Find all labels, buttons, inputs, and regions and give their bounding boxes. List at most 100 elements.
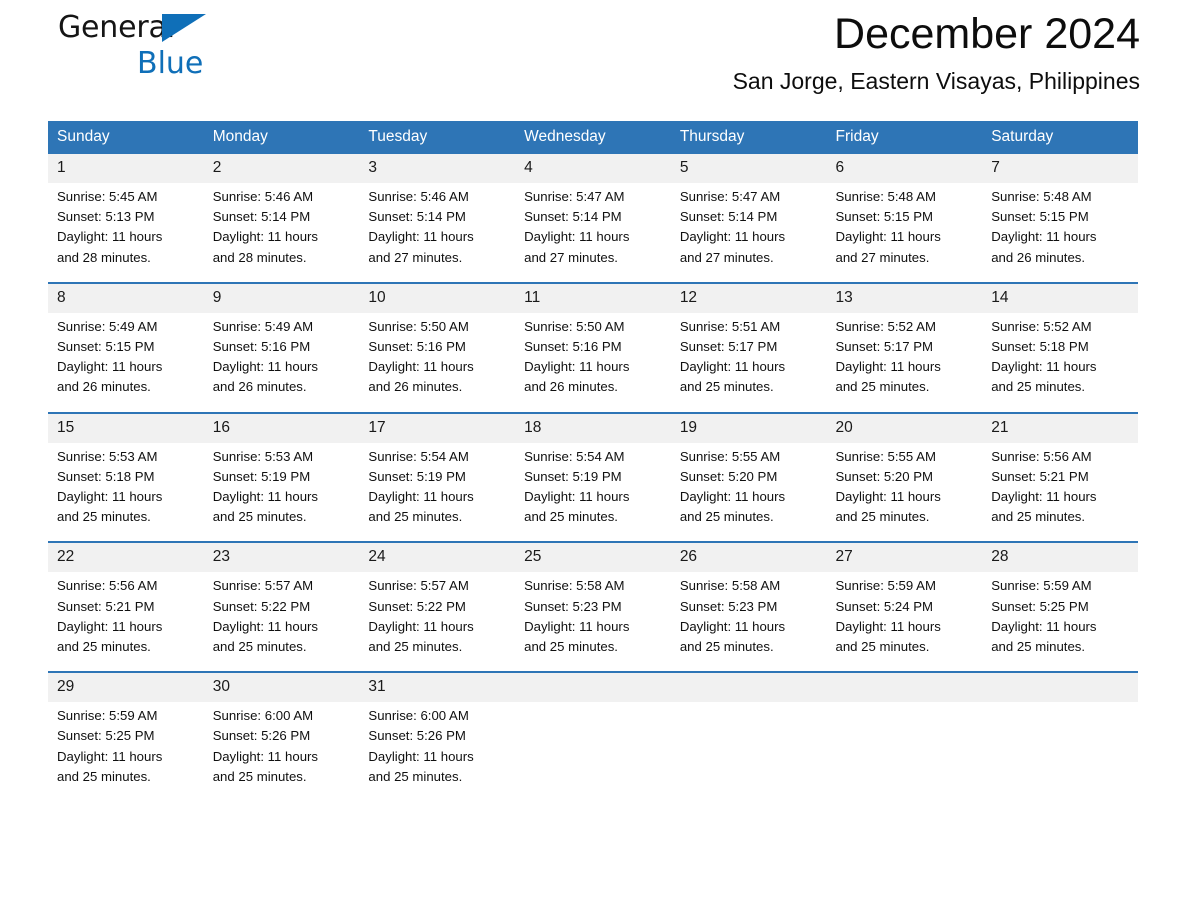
day-cell[interactable]: Sunrise: 5:52 AM Sunset: 5:17 PM Dayligh…: [826, 312, 983, 413]
day-cell[interactable]: Sunrise: 5:57 AM Sunset: 5:22 PM Dayligh…: [359, 572, 516, 673]
day-number[interactable]: 18: [515, 411, 671, 443]
sunset-text: Sunset: 5:20 PM: [679, 468, 778, 484]
day-number[interactable]: 4: [515, 154, 671, 183]
day-number[interactable]: 6: [826, 154, 983, 183]
day-number[interactable]: 8: [48, 281, 204, 313]
day-cell[interactable]: Sunrise: 5:56 AM Sunset: 5:21 PM Dayligh…: [48, 572, 204, 673]
daylight-text-line2: and 27 minutes.: [679, 249, 774, 265]
day-number[interactable]: 30: [203, 671, 360, 703]
sunrise-text: Sunrise: 5:57 AM: [368, 578, 469, 594]
day-number[interactable]: 12: [670, 281, 827, 313]
sunset-text: Sunset: 5:14 PM: [679, 209, 778, 225]
daylight-text-line1: Daylight: 11 hours: [212, 618, 319, 634]
day-cell[interactable]: Sunrise: 6:00 AM Sunset: 5:26 PM Dayligh…: [203, 702, 360, 802]
day-cell-empty: [982, 702, 1138, 802]
day-number[interactable]: 26: [670, 541, 827, 573]
daylight-text-line1: Daylight: 11 hours: [835, 618, 941, 634]
day-cell-empty: [826, 702, 983, 802]
sunset-text: Sunset: 5:26 PM: [368, 728, 466, 744]
day-number[interactable]: 3: [359, 154, 516, 183]
day-cell[interactable]: Sunrise: 5:47 AM Sunset: 5:14 PM Dayligh…: [515, 183, 671, 283]
day-cell[interactable]: Sunrise: 5:55 AM Sunset: 5:20 PM Dayligh…: [826, 442, 983, 543]
day-cell[interactable]: Sunrise: 5:48 AM Sunset: 5:15 PM Dayligh…: [826, 183, 983, 283]
day-number[interactable]: 11: [515, 281, 671, 313]
day-number[interactable]: 22: [48, 541, 204, 573]
sunrise-text: Sunrise: 6:00 AM: [212, 708, 314, 724]
day-cell[interactable]: Sunrise: 5:46 AM Sunset: 5:14 PM Dayligh…: [203, 183, 360, 283]
sunset-text: Sunset: 5:15 PM: [991, 209, 1089, 225]
day-number[interactable]: 9: [203, 281, 360, 313]
day-number[interactable]: 10: [359, 281, 516, 313]
location-subtitle: San Jorge, Eastern Visayas, Philippines: [732, 68, 1140, 94]
day-number[interactable]: 31: [359, 671, 516, 703]
day-cell[interactable]: Sunrise: 5:52 AM Sunset: 5:18 PM Dayligh…: [982, 312, 1138, 413]
sunset-text: Sunset: 5:15 PM: [835, 209, 934, 225]
day-number[interactable]: 19: [670, 411, 827, 443]
day-number[interactable]: 20: [826, 411, 983, 443]
day-number[interactable]: 21: [982, 411, 1138, 443]
day-cell[interactable]: Sunrise: 5:49 AM Sunset: 5:16 PM Dayligh…: [203, 312, 360, 413]
day-cell[interactable]: Sunrise: 5:50 AM Sunset: 5:16 PM Dayligh…: [359, 312, 516, 413]
sunrise-text: Sunrise: 5:49 AM: [212, 318, 314, 334]
daylight-text-line2: and 28 minutes.: [57, 249, 151, 265]
day-cell[interactable]: Sunrise: 5:53 AM Sunset: 5:19 PM Dayligh…: [203, 442, 360, 543]
day-number[interactable]: 7: [982, 154, 1138, 183]
day-number[interactable]: 14: [982, 281, 1138, 313]
triangle-icon: [162, 14, 206, 42]
sunrise-text: Sunrise: 5:59 AM: [57, 708, 158, 724]
day-number[interactable]: 16: [203, 411, 360, 443]
sunrise-text: Sunrise: 5:49 AM: [57, 318, 158, 334]
day-cell[interactable]: Sunrise: 5:59 AM Sunset: 5:25 PM Dayligh…: [48, 702, 204, 802]
day-number[interactable]: 23: [203, 541, 360, 573]
weekday-header-monday: Monday: [203, 121, 360, 154]
day-number[interactable]: 13: [826, 281, 983, 313]
day-cell[interactable]: Sunrise: 5:59 AM Sunset: 5:25 PM Dayligh…: [982, 572, 1138, 673]
day-cell[interactable]: Sunrise: 5:46 AM Sunset: 5:14 PM Dayligh…: [359, 183, 516, 283]
daylight-text-line1: Daylight: 11 hours: [368, 359, 474, 375]
day-cell[interactable]: Sunrise: 5:45 AM Sunset: 5:13 PM Dayligh…: [48, 183, 204, 283]
day-cell[interactable]: Sunrise: 5:54 AM Sunset: 5:19 PM Dayligh…: [515, 442, 671, 543]
daylight-text-line2: and 27 minutes.: [524, 249, 618, 265]
day-cell[interactable]: Sunrise: 5:56 AM Sunset: 5:21 PM Dayligh…: [982, 442, 1138, 543]
day-cell[interactable]: Sunrise: 5:53 AM Sunset: 5:18 PM Dayligh…: [48, 442, 204, 543]
daylight-text-line1: Daylight: 11 hours: [524, 618, 630, 634]
day-cell[interactable]: Sunrise: 5:47 AM Sunset: 5:14 PM Dayligh…: [670, 183, 827, 283]
day-cell[interactable]: Sunrise: 5:58 AM Sunset: 5:23 PM Dayligh…: [515, 572, 671, 673]
day-number[interactable]: 5: [670, 154, 827, 183]
calendar-body: 1 2 3 4 5 6 7 Sunrise: 5:45 AM Sunset: 5…: [48, 154, 1138, 802]
calendar-page: General Blue December 2024 San Jorge, Ea…: [0, 0, 1188, 918]
day-cell[interactable]: Sunrise: 5:55 AM Sunset: 5:20 PM Dayligh…: [670, 442, 827, 543]
day-cell[interactable]: Sunrise: 5:51 AM Sunset: 5:17 PM Dayligh…: [670, 312, 827, 413]
day-cell[interactable]: Sunrise: 5:57 AM Sunset: 5:22 PM Dayligh…: [203, 572, 360, 673]
day-number[interactable]: 25: [515, 541, 671, 573]
sunrise-text: Sunrise: 5:46 AM: [212, 189, 314, 204]
day-number[interactable]: 27: [826, 541, 983, 573]
daylight-text-line1: Daylight: 11 hours: [991, 618, 1097, 634]
daylight-text-line1: Daylight: 11 hours: [524, 489, 630, 505]
day-number[interactable]: 15: [48, 411, 204, 443]
day-number[interactable]: 2: [203, 154, 360, 183]
day-cell[interactable]: Sunrise: 5:59 AM Sunset: 5:24 PM Dayligh…: [826, 572, 983, 673]
day-cell[interactable]: Sunrise: 6:00 AM Sunset: 5:26 PM Dayligh…: [359, 702, 516, 802]
daylight-text-line1: Daylight: 11 hours: [368, 489, 474, 505]
day-number[interactable]: 24: [359, 541, 516, 573]
day-cell[interactable]: Sunrise: 5:48 AM Sunset: 5:15 PM Dayligh…: [982, 183, 1138, 283]
sunset-text: Sunset: 5:13 PM: [57, 209, 155, 225]
day-number[interactable]: 29: [48, 671, 204, 703]
daylight-text-line2: and 25 minutes.: [57, 509, 151, 525]
daylight-text-line2: and 25 minutes.: [368, 768, 463, 784]
day-number[interactable]: 1: [48, 154, 204, 183]
sunrise-text: Sunrise: 5:51 AM: [679, 318, 781, 334]
day-number[interactable]: 28: [982, 541, 1138, 573]
day-cell[interactable]: Sunrise: 5:49 AM Sunset: 5:15 PM Dayligh…: [48, 312, 204, 413]
day-cell[interactable]: Sunrise: 5:54 AM Sunset: 5:19 PM Dayligh…: [359, 442, 516, 543]
day-detail-row: Sunrise: 5:53 AM Sunset: 5:18 PM Dayligh…: [48, 442, 1138, 543]
weekday-header-friday: Friday: [826, 121, 983, 154]
sunset-text: Sunset: 5:20 PM: [835, 468, 934, 484]
page-title: December 2024: [834, 10, 1140, 58]
daylight-text-line2: and 25 minutes.: [991, 509, 1086, 525]
day-number[interactable]: 17: [359, 411, 516, 443]
sunset-text: Sunset: 5:19 PM: [368, 468, 466, 484]
day-cell[interactable]: Sunrise: 5:58 AM Sunset: 5:23 PM Dayligh…: [670, 572, 827, 673]
day-cell[interactable]: Sunrise: 5:50 AM Sunset: 5:16 PM Dayligh…: [515, 312, 671, 413]
